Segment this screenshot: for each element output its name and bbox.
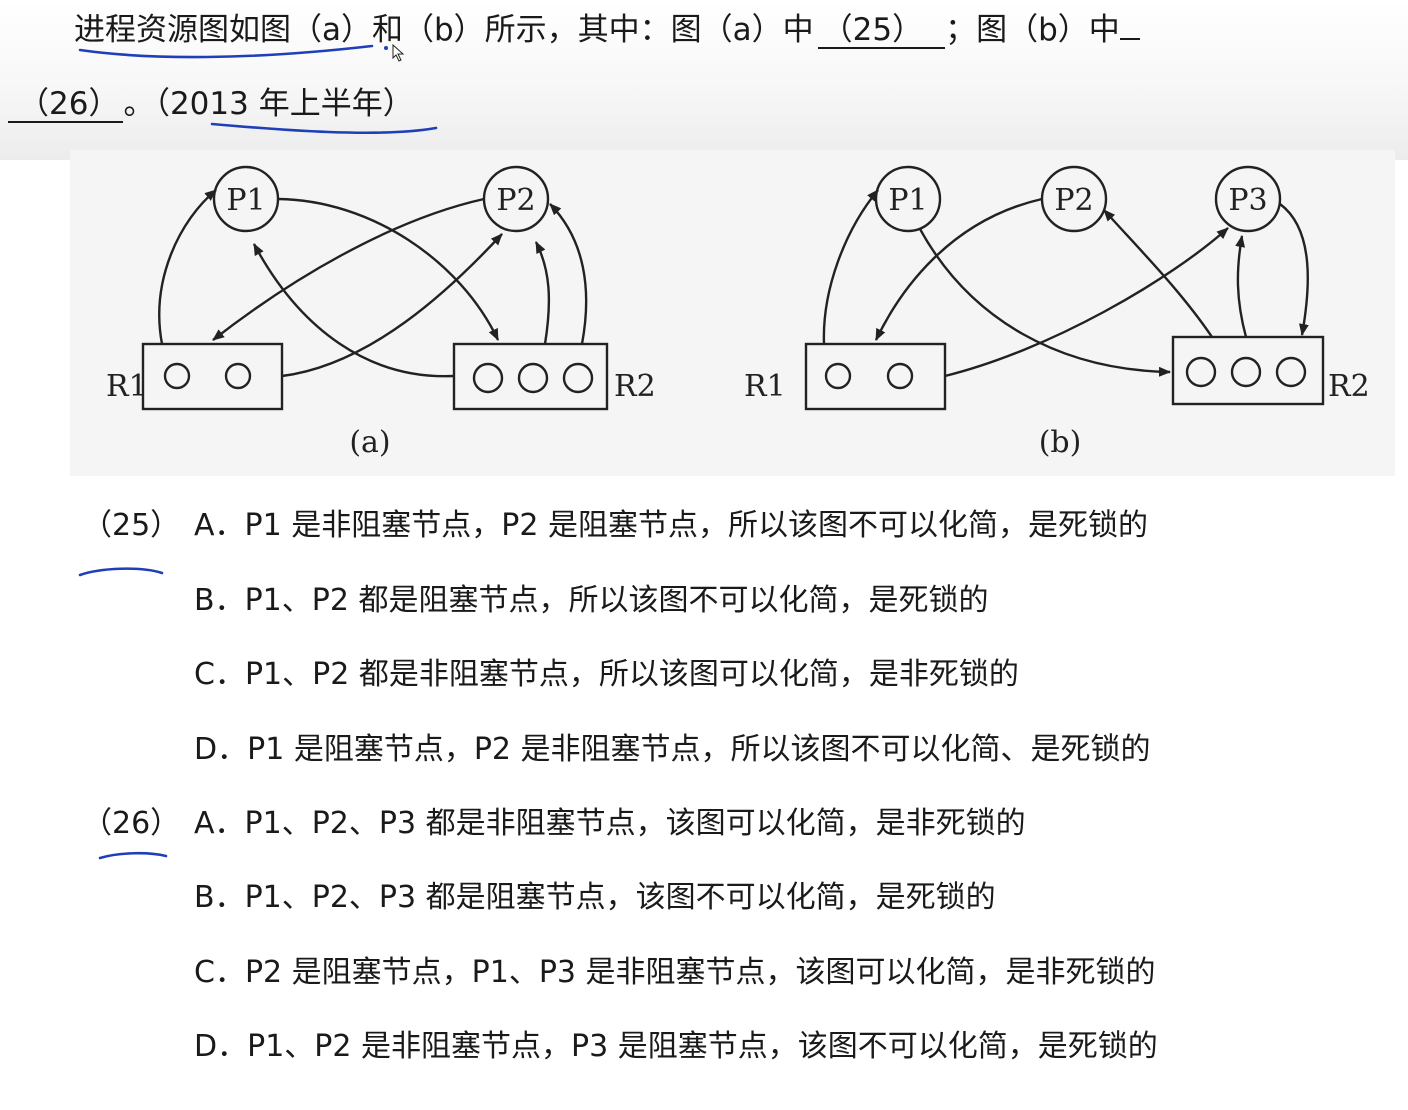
mouse-cursor-icon bbox=[392, 44, 405, 62]
ink-underline-q26 bbox=[98, 851, 168, 860]
ink-annotations bbox=[78, 44, 438, 860]
ink-dot bbox=[384, 46, 388, 50]
ink-underline-q25 bbox=[78, 567, 164, 577]
ink-underline-year bbox=[210, 122, 438, 135]
ink-underline-stem bbox=[78, 44, 374, 59]
